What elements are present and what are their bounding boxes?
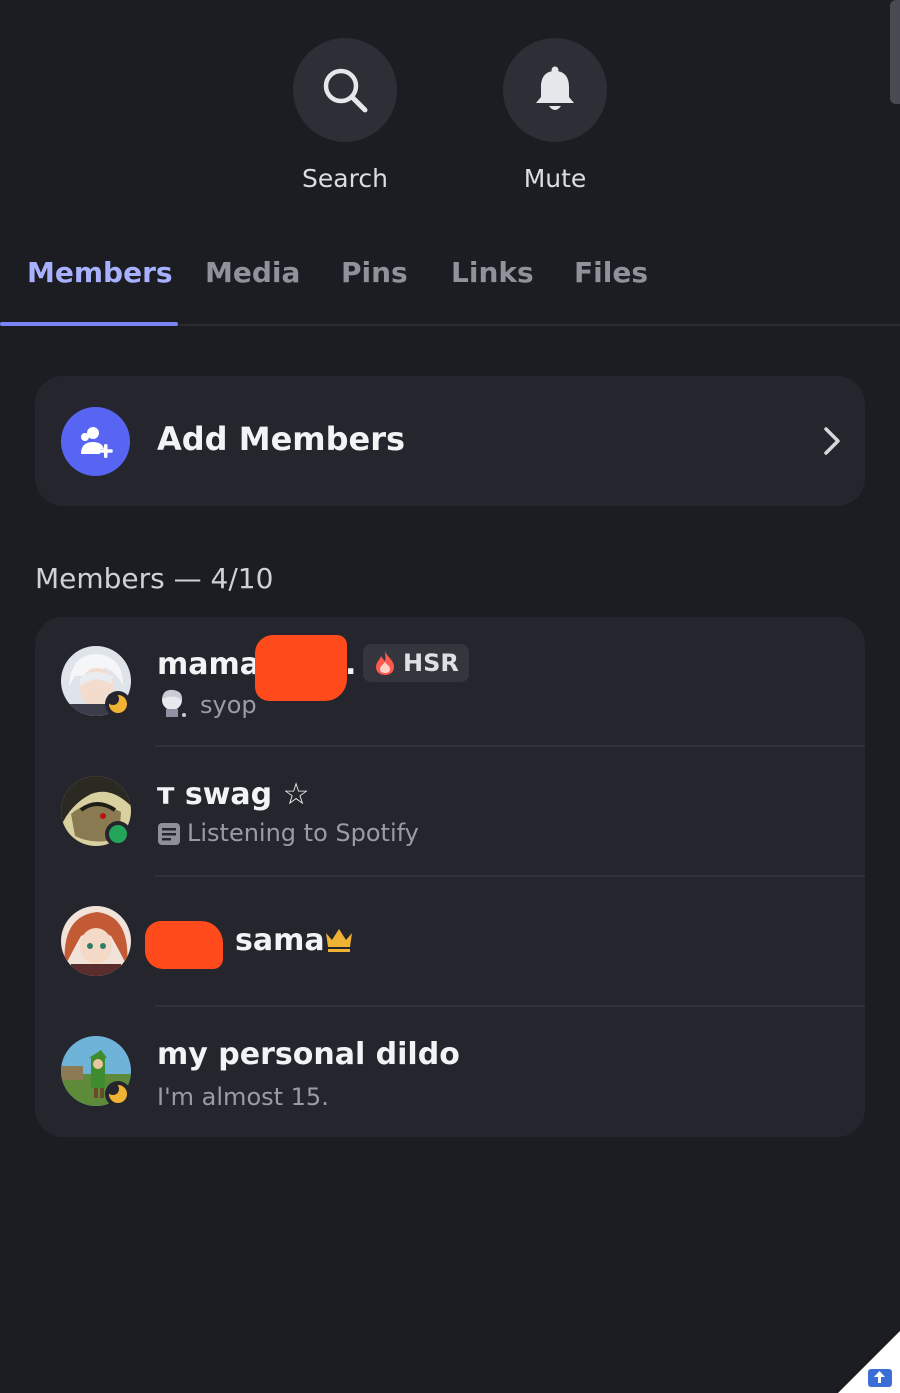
search-button[interactable] <box>293 38 397 142</box>
mute-label: Mute <box>523 164 587 193</box>
profile-emoji-icon <box>162 689 186 717</box>
avatar <box>61 906 131 976</box>
search-label: Search <box>302 164 388 193</box>
redaction-mark <box>255 635 347 701</box>
tab-bar: Members Media Pins Links Files <box>0 248 900 326</box>
crown-icon <box>326 929 352 952</box>
chevron-right-icon <box>824 427 840 455</box>
online-status-icon <box>105 821 131 847</box>
flame-icon <box>376 651 394 675</box>
member-row[interactable]: mama . HSR syop <box>35 617 865 747</box>
member-row[interactable]: ᴛ swag ☆ Listening to Spotify <box>35 747 865 877</box>
action-bar: Search Mute <box>0 38 900 208</box>
members-list: mama . HSR syop ᴛ swag ☆ Listening to Sp… <box>35 617 865 1137</box>
member-name: sama <box>235 923 325 958</box>
activity-icon <box>158 823 180 845</box>
member-tag-label: HSR <box>403 649 459 677</box>
bell-icon <box>536 66 574 110</box>
page-corner-icon <box>838 1331 900 1393</box>
tab-media[interactable]: Media <box>205 256 300 289</box>
members-section-header: Members — 4/10 <box>35 562 274 595</box>
idle-status-icon <box>105 1081 131 1107</box>
tab-links[interactable]: Links <box>451 256 534 289</box>
search-action[interactable]: Search <box>275 38 415 193</box>
mute-action[interactable]: Mute <box>485 38 625 193</box>
active-tab-indicator <box>0 322 178 326</box>
member-name: mama <box>157 647 261 682</box>
tab-files[interactable]: Files <box>574 256 648 289</box>
member-name-suffix: . <box>345 647 357 682</box>
member-row[interactable]: sama <box>35 877 865 1007</box>
idle-status-icon <box>105 691 131 717</box>
member-name: ᴛ swag ☆ <box>157 777 310 812</box>
member-subtitle: Listening to Spotify <box>187 819 419 847</box>
mute-button[interactable] <box>503 38 607 142</box>
member-subtitle: I'm almost 15. <box>157 1083 329 1111</box>
member-tag: HSR <box>363 644 469 682</box>
redaction-mark <box>145 921 223 969</box>
search-icon <box>323 68 368 113</box>
tab-members[interactable]: Members <box>27 256 173 289</box>
add-user-icon <box>61 407 130 476</box>
member-name: my personal dildo <box>157 1037 460 1072</box>
member-subtitle: syop <box>200 691 257 719</box>
tab-pins[interactable]: Pins <box>341 256 408 289</box>
add-members-label: Add Members <box>157 420 406 458</box>
add-members-button[interactable]: Add Members <box>35 376 865 506</box>
member-row[interactable]: my personal dildo I'm almost 15. <box>35 1007 865 1137</box>
